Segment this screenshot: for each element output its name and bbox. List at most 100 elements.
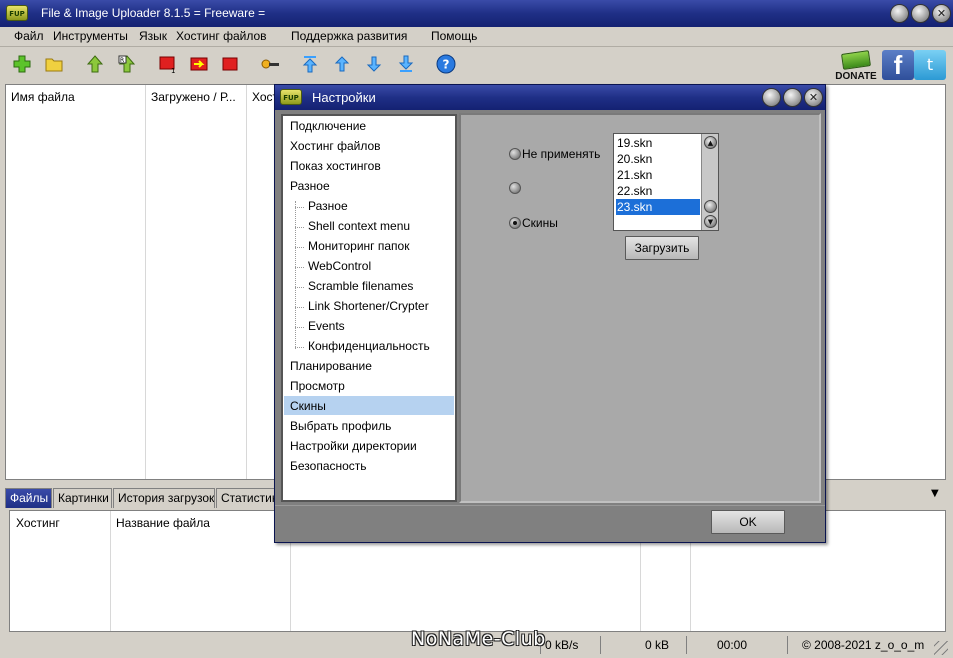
- tree-connector: [295, 287, 304, 288]
- list-item-selected[interactable]: 23.skn: [616, 199, 700, 215]
- menu-file[interactable]: Файл: [14, 29, 44, 43]
- close-button[interactable]: ✕: [932, 4, 951, 23]
- move-down-icon[interactable]: [364, 54, 384, 74]
- list-item[interactable]: 21.skn: [616, 167, 700, 183]
- status-copyright: © 2008-2021 z_o_o_m: [802, 638, 925, 652]
- folder-icon[interactable]: [44, 54, 64, 74]
- dialog-close-button[interactable]: ✕: [804, 88, 823, 107]
- list-item[interactable]: 22.skn: [616, 183, 700, 199]
- settings-dialog: FUP Настройки ✕ Подключение Хостинг файл…: [274, 84, 826, 543]
- twitter-icon[interactable]: t: [914, 50, 946, 80]
- tree-item-misc[interactable]: Разное: [290, 179, 330, 193]
- status-size: 0 kB: [645, 638, 670, 652]
- donate-button[interactable]: DONATE: [832, 50, 880, 82]
- tree-item-folder-monitoring[interactable]: Мониторинг папок: [308, 239, 409, 253]
- column-divider: [246, 85, 247, 479]
- column-file-title[interactable]: Название файла: [116, 516, 210, 530]
- scroll-up-icon[interactable]: ▲: [704, 136, 717, 149]
- maximize-button[interactable]: [911, 4, 930, 23]
- scroll-down-icon[interactable]: ▼: [704, 215, 717, 228]
- resize-grip[interactable]: [934, 641, 948, 655]
- list-item[interactable]: 20.skn: [616, 151, 700, 167]
- menu-language[interactable]: Язык: [139, 29, 167, 43]
- facebook-icon[interactable]: f: [882, 50, 914, 80]
- stop-icon[interactable]: [220, 54, 240, 74]
- radio-no-skin-label[interactable]: Не применять: [522, 147, 600, 161]
- ok-button[interactable]: OK: [711, 510, 785, 534]
- column-hosting[interactable]: Хостинг: [16, 516, 60, 530]
- radio-disabled-option: [509, 182, 521, 194]
- radio-skins[interactable]: [509, 217, 521, 229]
- tree-item-skins[interactable]: Скины: [290, 399, 326, 413]
- tree-item-show-hostings[interactable]: Показ хостингов: [290, 159, 381, 173]
- tab-files[interactable]: Файлы: [5, 488, 52, 508]
- app-icon: FUP: [6, 5, 28, 21]
- tree-connector: [295, 347, 304, 348]
- window-title: File & Image Uploader 8.1.5 = Freeware =: [41, 6, 266, 20]
- tree-item-file-hosting[interactable]: Хостинг файлов: [290, 139, 381, 153]
- tree-item-connection[interactable]: Подключение: [290, 119, 366, 133]
- dialog-window-controls: ✕: [762, 88, 823, 107]
- upload-icon[interactable]: [85, 54, 105, 74]
- main-window: FUP File & Image Uploader 8.1.5 = Freewa…: [0, 0, 953, 658]
- status-speed: 0 kB/s: [545, 638, 579, 652]
- add-icon[interactable]: [12, 54, 32, 74]
- dialog-title: Настройки: [312, 90, 376, 105]
- tree-item-link-shortener[interactable]: Link Shortener/Crypter: [308, 299, 429, 313]
- move-top-icon[interactable]: [300, 54, 320, 74]
- menu-help[interactable]: Помощь: [431, 29, 477, 43]
- chevron-down-icon[interactable]: ▼: [931, 488, 939, 499]
- dialog-minimize-button[interactable]: [762, 88, 781, 107]
- column-file-name[interactable]: Имя файла: [11, 90, 75, 104]
- skin-list-scrollbar[interactable]: ▲ ▼: [701, 134, 718, 230]
- menu-support[interactable]: Поддержка развития: [291, 29, 407, 43]
- stop-one-icon[interactable]: 1: [158, 54, 178, 75]
- tree-item-choose-profile[interactable]: Выбрать профиль: [290, 419, 391, 433]
- skin-listbox[interactable]: 19.skn 20.skn 21.skn 22.skn 23.skn ▲ ▼: [613, 133, 719, 231]
- column-divider: [110, 511, 111, 631]
- tree-connector: [295, 247, 304, 248]
- tree-item-security[interactable]: Безопасность: [290, 459, 367, 473]
- window-controls: ✕: [890, 4, 951, 23]
- tree-item-directory-settings[interactable]: Настройки директории: [290, 439, 417, 453]
- tree-connector: [295, 267, 304, 268]
- title-bar[interactable]: FUP File & Image Uploader 8.1.5 = Freewa…: [0, 0, 953, 27]
- dialog-maximize-button[interactable]: [783, 88, 802, 107]
- scroll-thumb[interactable]: [704, 200, 717, 213]
- radio-skins-label[interactable]: Скины: [522, 216, 558, 230]
- tree-connector: [295, 227, 304, 228]
- radio-no-skin[interactable]: [509, 148, 521, 160]
- tree-connector: [295, 207, 304, 208]
- move-bottom-icon[interactable]: [396, 54, 416, 74]
- resize-upload-icon[interactable]: R: [117, 54, 137, 74]
- tab-images[interactable]: Картинки: [53, 488, 112, 508]
- menu-file-hosting[interactable]: Хостинг файлов: [176, 29, 267, 43]
- tree-item-shell-menu[interactable]: Shell context menu: [308, 219, 410, 233]
- column-uploaded[interactable]: Загружено / Р...: [151, 90, 236, 104]
- tree-item-misc-sub[interactable]: Разное: [308, 199, 348, 213]
- tab-statistics[interactable]: Статистик: [216, 488, 278, 508]
- transfer-icon[interactable]: [189, 54, 209, 74]
- svg-text:R: R: [120, 57, 124, 64]
- tree-connector: [295, 307, 304, 308]
- dialog-title-bar[interactable]: FUP Настройки ✕: [275, 85, 825, 110]
- list-item[interactable]: 19.skn: [616, 135, 700, 151]
- tree-item-privacy[interactable]: Конфиденциальность: [308, 339, 430, 353]
- minimize-button[interactable]: [890, 4, 909, 23]
- status-time: 00:00: [717, 638, 748, 652]
- tab-upload-history[interactable]: История загрузок: [113, 488, 215, 508]
- tree-item-view[interactable]: Просмотр: [290, 379, 345, 393]
- status-divider: [787, 636, 788, 654]
- load-skin-button[interactable]: Загрузить: [625, 236, 699, 260]
- tree-item-events[interactable]: Events: [308, 319, 345, 333]
- key-icon[interactable]: [260, 54, 280, 74]
- tree-item-scheduling[interactable]: Планирование: [290, 359, 372, 373]
- help-icon[interactable]: ?: [436, 54, 456, 74]
- tree-item-webcontrol[interactable]: WebControl: [308, 259, 371, 273]
- column-divider: [145, 85, 146, 479]
- menu-tools[interactable]: Инструменты: [53, 29, 128, 43]
- tree-item-scramble[interactable]: Scramble filenames: [308, 279, 413, 293]
- move-up-icon[interactable]: [332, 54, 352, 74]
- dialog-app-icon: FUP: [280, 89, 302, 105]
- settings-tree[interactable]: Подключение Хостинг файлов Показ хостинг…: [281, 114, 457, 502]
